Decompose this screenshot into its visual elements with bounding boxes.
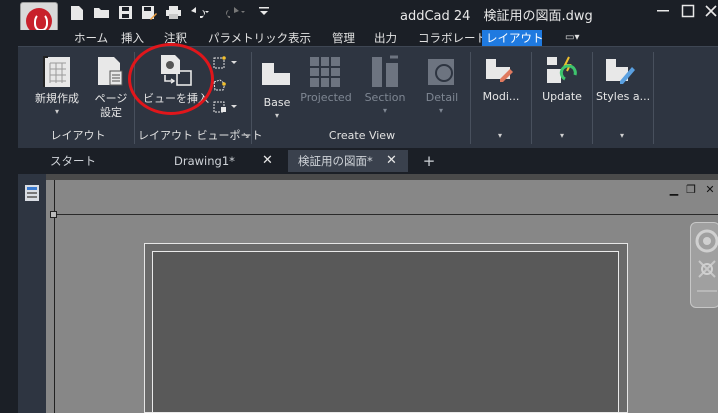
new-tab-icon[interactable]: + xyxy=(420,150,438,172)
detail-view-icon xyxy=(424,55,458,89)
update-dropdown-icon[interactable]: ▾ xyxy=(555,131,569,140)
undo-icon[interactable] xyxy=(188,5,212,23)
tab-output[interactable]: 出力 xyxy=(370,30,401,46)
section-view-icon xyxy=(368,55,402,89)
projected-view-label: Projected xyxy=(300,91,352,104)
new-file-icon[interactable] xyxy=(68,5,86,23)
close-tab-icon[interactable]: ✕ xyxy=(262,150,276,172)
tab-manage[interactable]: 管理 xyxy=(328,30,359,46)
modify-label[interactable]: Modi... xyxy=(476,90,526,104)
new-layout-dropdown-icon[interactable]: ▾ xyxy=(50,107,64,116)
projected-view-icon xyxy=(308,55,342,89)
doc-tab-start[interactable]: スタート xyxy=(42,150,162,172)
polygonal-viewport-icon[interactable] xyxy=(212,77,238,91)
annotation-circle xyxy=(128,43,214,115)
app-window: addCad 24 検証用の図面.dwg ホーム 挿入 注釈 パラメトリック 表… xyxy=(0,0,718,413)
styles-icon[interactable] xyxy=(604,55,638,87)
section-view-label: Section xyxy=(364,91,406,104)
panel-divider xyxy=(470,52,471,144)
base-view-dropdown-icon[interactable]: ▾ xyxy=(270,111,284,120)
section-view-dropdown-icon: ▾ xyxy=(382,106,387,115)
update-label[interactable]: Update xyxy=(538,90,586,104)
modify-dropdown-icon[interactable]: ▾ xyxy=(493,131,507,140)
viewport-border-line xyxy=(54,214,718,215)
detail-view-label: Detail xyxy=(425,91,459,104)
tab-insert[interactable]: 挿入 xyxy=(117,30,148,46)
save-icon[interactable] xyxy=(116,5,134,23)
steering-wheel-icon[interactable] xyxy=(691,223,718,307)
panel-launcher-icon[interactable]: ↘ xyxy=(241,131,251,141)
update-view-icon[interactable] xyxy=(545,55,579,87)
viewport-lock-icon[interactable] xyxy=(212,99,238,113)
styles-dropdown-icon[interactable]: ▾ xyxy=(615,131,629,140)
tab-home[interactable]: ホーム xyxy=(70,30,112,46)
panel-divider xyxy=(251,52,252,144)
customize-qat-icon[interactable] xyxy=(256,5,272,23)
minimize-icon[interactable] xyxy=(653,4,673,24)
window-title: addCad 24 検証用の図面.dwg xyxy=(400,9,593,24)
left-tool-rail xyxy=(18,174,46,413)
close-tab-icon[interactable]: ✕ xyxy=(386,150,400,172)
panel-divider xyxy=(653,52,654,144)
modify-view-icon[interactable] xyxy=(484,55,516,87)
viewport-restore-icon[interactable]: ❐ xyxy=(685,184,697,196)
new-layout-icon[interactable] xyxy=(40,55,74,89)
page-setup-icon[interactable] xyxy=(96,55,124,89)
navigation-bar[interactable] xyxy=(690,222,718,308)
panel-divider xyxy=(531,52,532,144)
panel-divider xyxy=(592,52,593,144)
ribbon-toggle-icon[interactable]: ▭▾ xyxy=(561,30,583,46)
layout-panel-title: レイアウト xyxy=(50,129,106,142)
close-icon[interactable] xyxy=(701,4,718,24)
viewport-panel-title: レイアウト ビューポート xyxy=(138,129,263,142)
base-view-icon[interactable] xyxy=(260,59,294,89)
viewport-grip-handle[interactable] xyxy=(50,211,57,218)
new-layout-label[interactable]: 新規作成 xyxy=(28,92,86,106)
viewport-minimize-icon[interactable]: ▁ xyxy=(668,184,680,196)
tab-collaborate[interactable]: コラボレート xyxy=(414,30,491,46)
redo-icon[interactable] xyxy=(224,5,248,23)
open-folder-icon[interactable] xyxy=(92,5,110,23)
styles-label[interactable]: Styles a... xyxy=(596,90,650,104)
viewport-close-icon[interactable]: ✕ xyxy=(704,184,716,196)
base-view-label[interactable]: Base xyxy=(259,96,295,110)
print-icon[interactable] xyxy=(164,5,182,23)
tab-view[interactable]: 表示 xyxy=(284,30,315,46)
page-setup-label[interactable]: ページ 設定 xyxy=(92,92,130,120)
restore-icon[interactable] xyxy=(678,4,698,24)
create-view-panel-title: Create View xyxy=(328,129,396,142)
paper-printable-area xyxy=(152,251,619,413)
tab-layout[interactable]: レイアウト xyxy=(482,30,544,46)
rectangular-viewport-icon[interactable] xyxy=(212,55,238,69)
tab-parametric[interactable]: パラメトリック xyxy=(204,30,292,46)
properties-palette-icon[interactable] xyxy=(24,184,40,202)
detail-view-dropdown-icon: ▾ xyxy=(438,106,443,115)
save-as-icon[interactable] xyxy=(140,5,158,23)
